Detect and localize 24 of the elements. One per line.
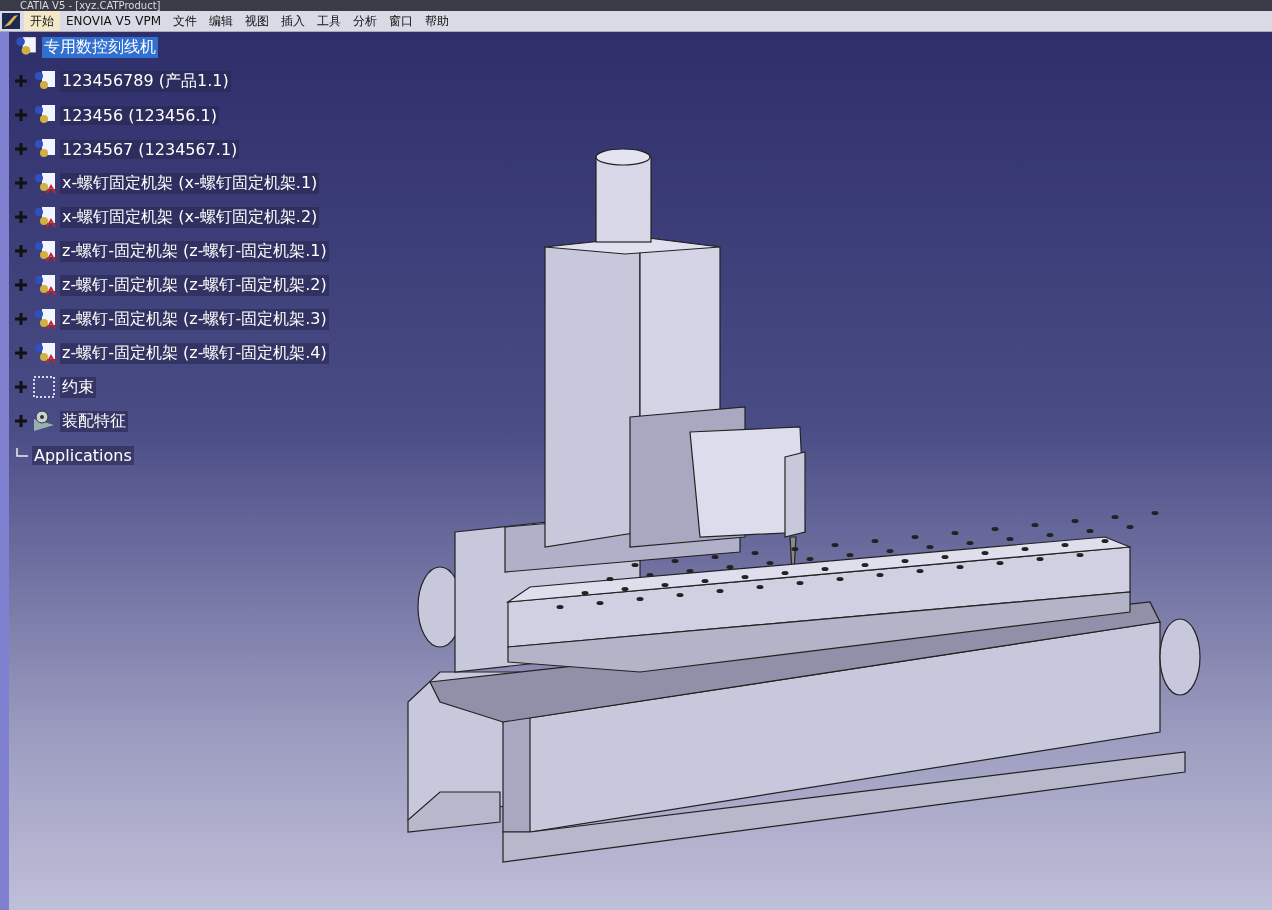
menu-item[interactable]: 窗口 — [383, 11, 420, 31]
tree-item[interactable]: 装配特征 — [60, 410, 128, 432]
tree-item[interactable]: 123456 (123456.1) — [60, 105, 219, 125]
menu-item[interactable]: 分析 — [347, 11, 384, 31]
tree-root-item[interactable]: 专用数控刻线机 — [42, 36, 158, 58]
tree-item[interactable]: z-螺钉-固定机架 (z-螺钉-固定机架.2) — [60, 274, 329, 296]
menu-item[interactable]: 视图 — [239, 11, 276, 31]
window-title: CATIA V5 - [xyz.CATProduct] — [20, 0, 161, 11]
tree-item[interactable]: Applications — [32, 445, 134, 465]
tree-item[interactable]: z-螺钉-固定机架 (z-螺钉-固定机架.1) — [60, 240, 329, 262]
tree-item[interactable]: x-螺钉固定机架 (x-螺钉固定机架.2) — [60, 206, 320, 228]
tree-item[interactable]: 约束 — [60, 376, 96, 398]
tree-item[interactable]: z-螺钉-固定机架 (z-螺钉-固定机架.3) — [60, 308, 329, 330]
menu-item[interactable]: ENOVIA V5 VPM — [60, 11, 168, 31]
menu-item[interactable]: 工具 — [311, 11, 348, 31]
tree-item[interactable]: 1234567 (1234567.1) — [60, 139, 240, 159]
tree-item[interactable]: z-螺钉-固定机架 (z-螺钉-固定机架.4) — [60, 342, 329, 364]
tree-item[interactable]: 123456789 (产品1.1) — [60, 70, 231, 92]
tree-item[interactable]: x-螺钉固定机架 (x-螺钉固定机架.1) — [60, 172, 320, 194]
menu-item[interactable]: 帮助 — [419, 11, 456, 31]
menu-item[interactable]: 文件 — [167, 11, 204, 31]
menu-item[interactable]: 编辑 — [203, 11, 240, 31]
menu-item[interactable]: 插入 — [275, 11, 312, 31]
menu-item[interactable]: 开始 — [24, 11, 60, 31]
